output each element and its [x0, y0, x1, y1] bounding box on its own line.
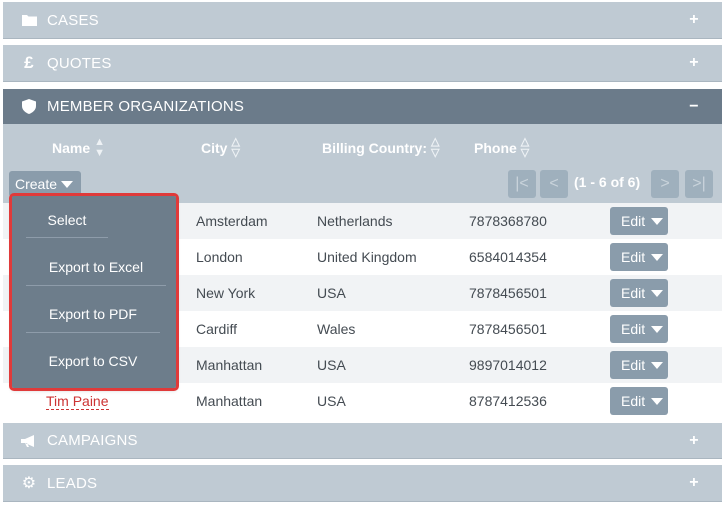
column-label-name: Name [52, 140, 91, 156]
first-page-icon: |< [515, 175, 529, 192]
city-cell: London [196, 249, 243, 265]
edit-button-label: Edit [621, 285, 646, 301]
collapse-icon[interactable]: − [684, 98, 704, 116]
panel-title-cases: CASES [47, 11, 99, 29]
last-page-icon: >| [692, 175, 706, 192]
city-cell: New York [196, 285, 256, 301]
folder-icon [21, 12, 37, 28]
edit-button-label: Edit [621, 393, 646, 409]
edit-button[interactable]: Edit [610, 243, 668, 271]
phone-cell: 6584014354 [469, 249, 547, 265]
edit-button[interactable]: Edit [610, 351, 668, 379]
menu-divider [26, 285, 166, 286]
city-cell: Amsterdam [196, 213, 268, 229]
expand-icon[interactable]: + [684, 54, 704, 72]
country-cell: United Kingdom [317, 249, 417, 265]
chevron-right-icon: > [660, 175, 670, 192]
city-cell: Cardiff [196, 321, 237, 337]
column-header-phone[interactable]: Phone △ ▽ [474, 137, 529, 159]
name-cell[interactable]: Tim Paine [46, 393, 109, 410]
phone-cell: 7878456501 [469, 285, 547, 301]
country-cell: USA [317, 393, 346, 409]
create-button-label: Create [15, 176, 58, 192]
record-name-link[interactable]: Tim Paine [46, 393, 109, 410]
column-header-city[interactable]: City △ ▽ [201, 137, 240, 159]
phone-cell: 7878456501 [469, 321, 547, 337]
panel-header-member-organizations[interactable]: MEMBER ORGANIZATIONS − [3, 89, 722, 124]
chevron-down-icon [651, 253, 664, 261]
sort-icon[interactable]: △ ▽ [521, 137, 529, 159]
panel-title-member-organizations: MEMBER ORGANIZATIONS [47, 98, 245, 115]
table-row: Tim Paine Manhattan USA 8787412536 Edit [3, 383, 722, 419]
menu-item-select[interactable]: Select [12, 212, 122, 228]
expand-icon[interactable]: + [684, 432, 704, 450]
panel-title-leads: LEADS [47, 474, 98, 492]
gear-icon: ⚙ [21, 475, 37, 492]
chevron-down-icon [651, 325, 664, 333]
city-cell: Manhattan [196, 357, 263, 373]
column-label-billing-country: Billing Country: [322, 140, 427, 156]
previous-page-button[interactable]: < [540, 170, 568, 198]
chevron-down-icon [651, 361, 664, 369]
country-cell: USA [317, 285, 346, 301]
panel-title-quotes: QUOTES [47, 54, 112, 72]
sort-icon[interactable]: △ ▽ [431, 137, 439, 159]
column-label-city: City [201, 140, 228, 156]
pagination-label: (1 - 6 of 6) [574, 174, 641, 190]
column-label-phone: Phone [474, 140, 517, 156]
megaphone-icon [21, 433, 37, 449]
expand-icon[interactable]: + [684, 11, 704, 29]
edit-button-label: Edit [621, 213, 646, 229]
first-page-button[interactable]: |< [508, 170, 536, 198]
sort-icon[interactable]: ▲ ▼ [94, 137, 105, 159]
panel-header-campaigns[interactable]: CAMPAIGNS + [3, 423, 722, 459]
phone-cell: 9897014012 [469, 357, 547, 373]
chevron-down-icon [651, 217, 664, 225]
shield-icon [21, 99, 37, 115]
last-page-button[interactable]: >| [685, 170, 713, 198]
phone-cell: 8787412536 [469, 393, 547, 409]
country-cell: USA [317, 357, 346, 373]
panel-title-campaigns: CAMPAIGNS [47, 432, 138, 449]
edit-button-label: Edit [621, 249, 646, 265]
chevron-down-icon [651, 397, 664, 405]
country-cell: Netherlands [317, 213, 393, 229]
edit-button[interactable]: Edit [610, 207, 668, 235]
panel-header-cases[interactable]: CASES + [3, 2, 722, 39]
country-cell: Wales [317, 321, 356, 337]
create-dropdown-menu: Select Export to Excel Export to PDF Exp… [9, 193, 179, 391]
sort-icon[interactable]: △ ▽ [231, 137, 239, 159]
pound-icon: £ [24, 53, 34, 72]
menu-item-export-pdf[interactable]: Export to PDF [12, 306, 174, 322]
edit-button-label: Edit [621, 357, 646, 373]
edit-button[interactable]: Edit [610, 315, 668, 343]
list-column-headers: Name ▲ ▼ City △ ▽ Billing Country: △ ▽ Phon… [3, 124, 722, 166]
menu-divider [26, 332, 160, 333]
next-page-button[interactable]: > [651, 170, 679, 198]
panel-header-quotes[interactable]: £ QUOTES + [3, 45, 722, 82]
chevron-down-icon [61, 180, 74, 188]
menu-divider [26, 237, 108, 238]
edit-button-label: Edit [621, 321, 646, 337]
city-cell: Manhattan [196, 393, 263, 409]
expand-icon[interactable]: + [684, 474, 704, 492]
menu-item-export-excel[interactable]: Export to Excel [12, 259, 180, 275]
chevron-left-icon: < [549, 175, 559, 192]
edit-button[interactable]: Edit [610, 387, 668, 415]
panel-header-leads[interactable]: ⚙ LEADS + [3, 465, 722, 502]
edit-button[interactable]: Edit [610, 279, 668, 307]
column-header-billing-country[interactable]: Billing Country: △ ▽ [322, 137, 439, 159]
menu-item-export-csv[interactable]: Export to CSV [12, 353, 174, 369]
column-header-name[interactable]: Name ▲ ▼ [52, 137, 105, 159]
chevron-down-icon [651, 289, 664, 297]
phone-cell: 7878368780 [469, 213, 547, 229]
create-button[interactable]: Create [9, 171, 81, 197]
